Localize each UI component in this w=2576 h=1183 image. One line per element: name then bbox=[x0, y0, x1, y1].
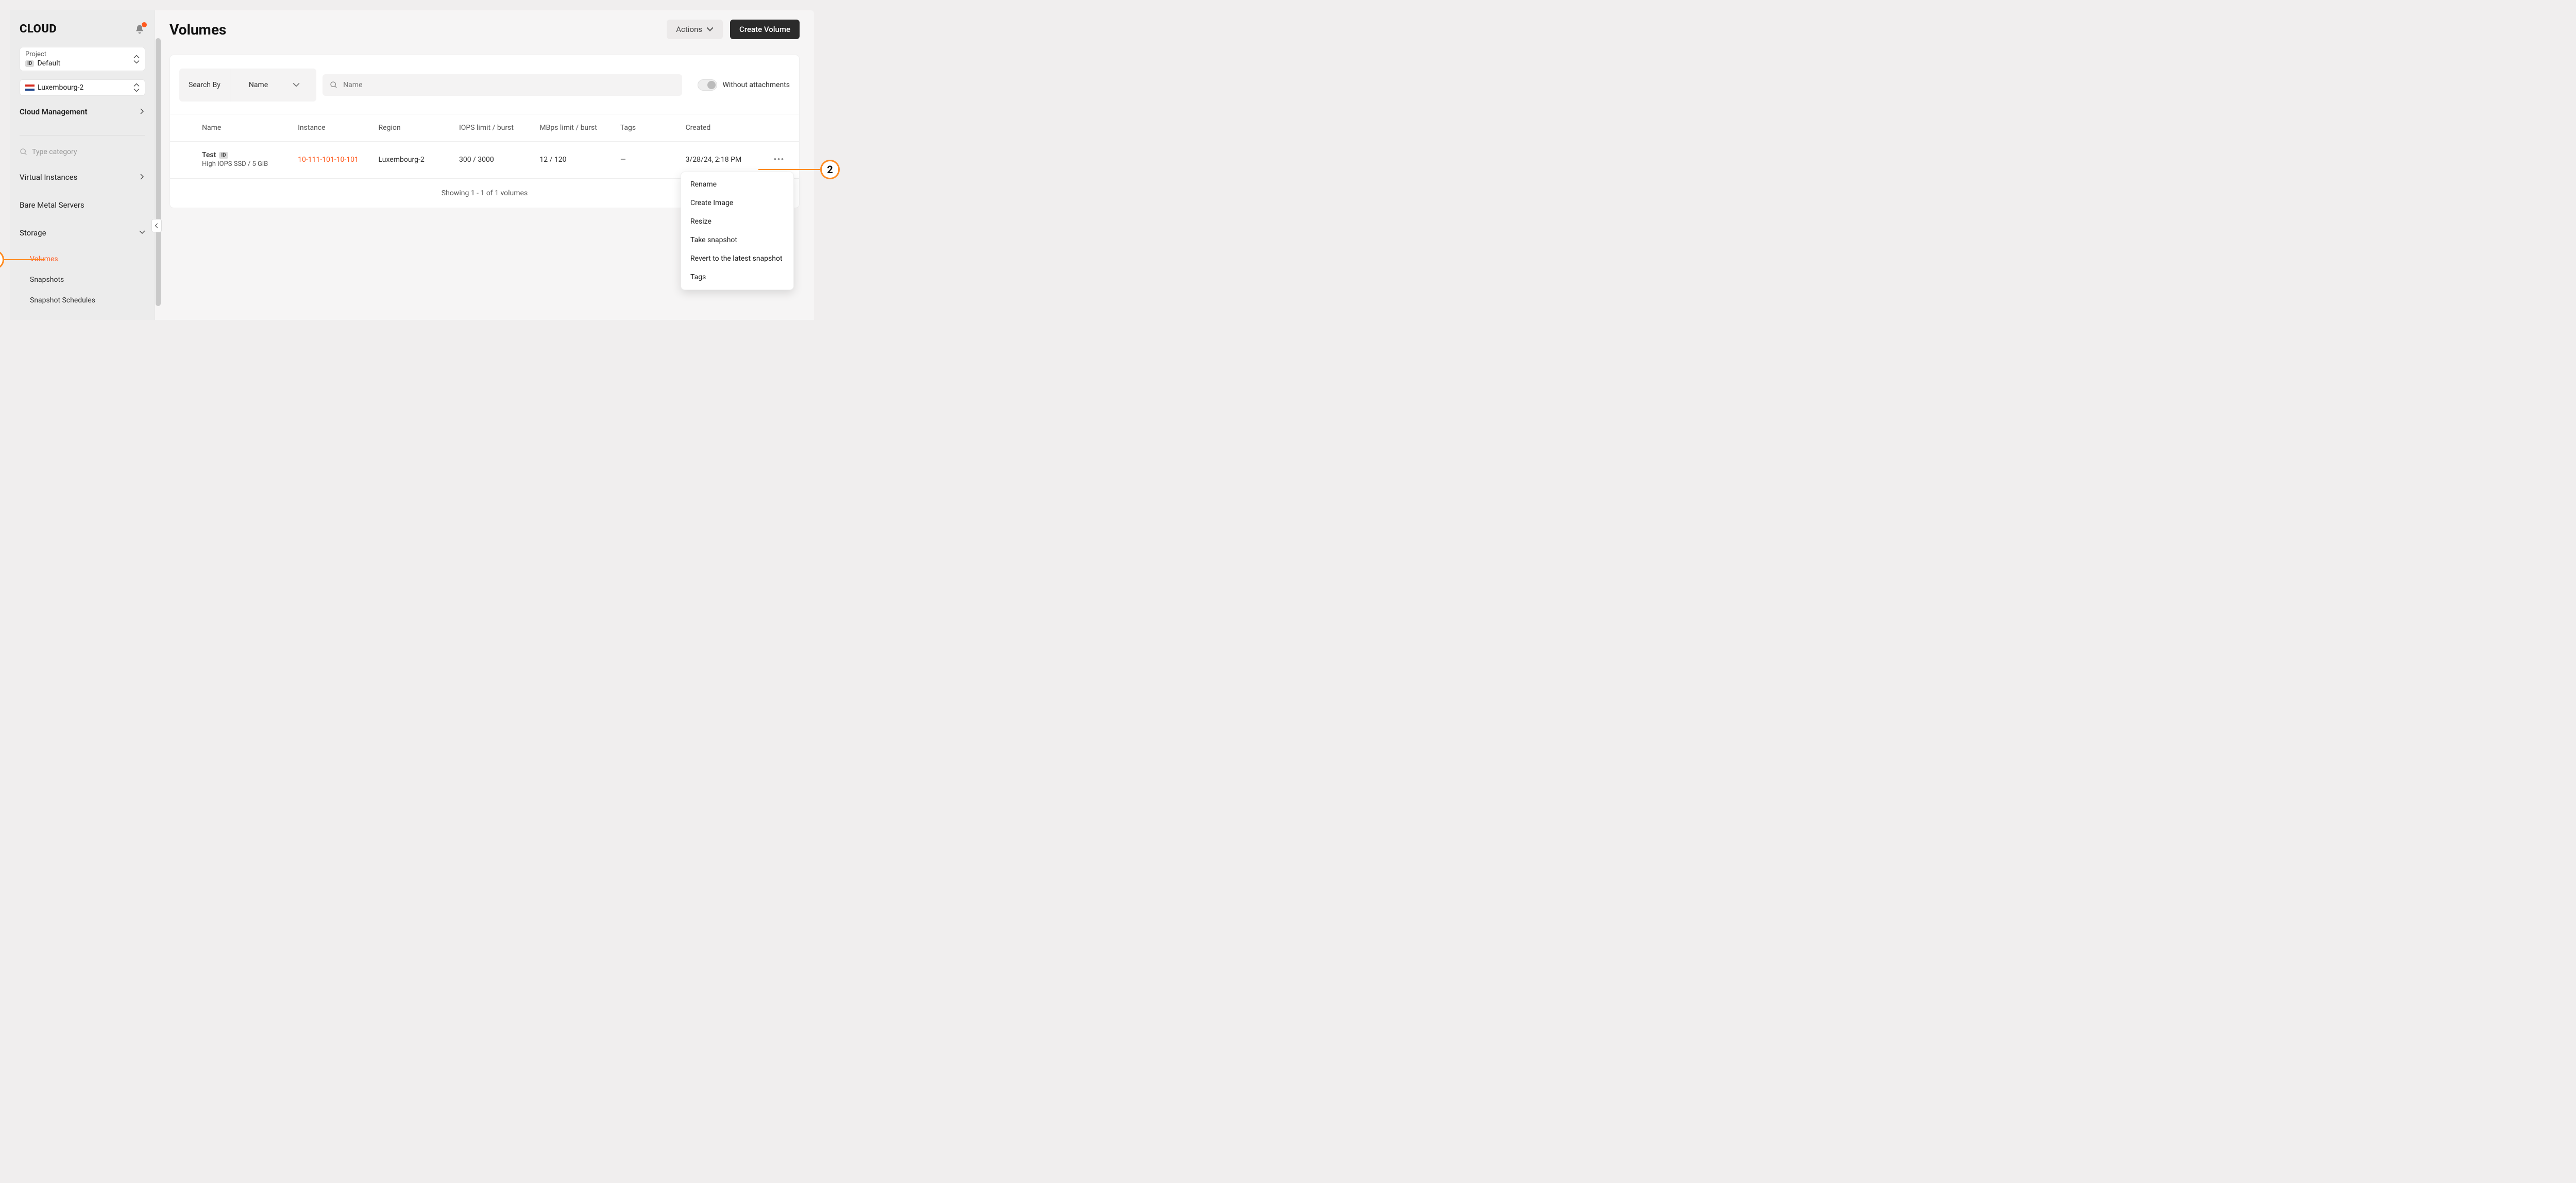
actions-dropdown[interactable]: Actions bbox=[667, 20, 723, 39]
id-badge: ID bbox=[219, 152, 228, 159]
sidebar-item-label: Cloud Management bbox=[20, 107, 87, 116]
col-tags: Tags bbox=[620, 124, 682, 132]
volumes-table: Name Instance Region IOPS limit / burst … bbox=[170, 114, 799, 208]
row-context-menu: Rename Create Image Resize Take snapshot… bbox=[681, 172, 794, 290]
callout-number: 2 bbox=[820, 160, 840, 179]
search-input[interactable] bbox=[343, 81, 675, 89]
cell-tags: — bbox=[620, 156, 682, 164]
toggle-label: Without attachments bbox=[722, 81, 790, 89]
collapse-sidebar-button[interactable] bbox=[151, 219, 162, 232]
sidebar-item-snapshot-schedules[interactable]: Snapshot Schedules bbox=[30, 290, 145, 311]
volumes-panel: Search By Name Without attachments bbox=[170, 55, 800, 208]
project-value: Default bbox=[37, 59, 60, 67]
menu-rename[interactable]: Rename bbox=[681, 175, 793, 194]
scrollbar[interactable] bbox=[156, 38, 161, 306]
category-search[interactable]: Type category bbox=[20, 144, 145, 161]
col-mbps: MBps limit / burst bbox=[539, 124, 616, 132]
sidebar-item-label: Virtual Instances bbox=[20, 173, 77, 182]
brand: CLOUD bbox=[20, 23, 57, 36]
menu-tags[interactable]: Tags bbox=[681, 268, 793, 286]
sidebar: CLOUD Project ID Default Luxem bbox=[10, 10, 155, 320]
chevron-down-icon bbox=[706, 26, 714, 33]
region-selector[interactable]: Luxembourg-2 bbox=[20, 79, 145, 96]
without-attachments-toggle[interactable] bbox=[698, 79, 717, 91]
search-by-label: Search By bbox=[179, 75, 230, 95]
chevron-right-icon bbox=[139, 173, 145, 182]
cell-iops: 300 / 3000 bbox=[459, 156, 535, 164]
category-search-placeholder: Type category bbox=[32, 148, 77, 156]
project-label: Project bbox=[25, 50, 60, 58]
divider bbox=[20, 135, 145, 136]
chevron-updown-icon bbox=[133, 83, 140, 92]
sidebar-item-cloud-management[interactable]: Cloud Management bbox=[20, 100, 145, 124]
chevron-updown-icon bbox=[133, 55, 140, 64]
id-badge: ID bbox=[25, 60, 34, 67]
volume-subtitle: High IOPS SSD / 5 GiB bbox=[202, 160, 294, 169]
search-input-wrapper bbox=[323, 74, 682, 96]
table-row: Test ID High IOPS SSD / 5 GiB 10-111-101… bbox=[170, 142, 799, 179]
search-by-value: Name bbox=[240, 75, 277, 95]
cell-region: Luxembourg-2 bbox=[379, 156, 455, 164]
create-volume-button[interactable]: Create Volume bbox=[730, 20, 800, 39]
col-name: Name bbox=[202, 124, 294, 132]
menu-take-snapshot[interactable]: Take snapshot bbox=[681, 231, 793, 249]
search-icon bbox=[330, 81, 338, 89]
callout-number: 1 bbox=[0, 250, 4, 269]
cell-created: 3/28/24, 2:18 PM bbox=[686, 156, 762, 164]
instance-link[interactable]: 10-111-101-10-101 bbox=[298, 156, 374, 164]
col-created: Created bbox=[686, 124, 762, 132]
volume-name: Test bbox=[202, 151, 216, 159]
sidebar-item-bare-metal[interactable]: Bare Metal Servers bbox=[20, 193, 145, 217]
chevron-down-icon bbox=[139, 228, 145, 238]
chevron-right-icon bbox=[139, 107, 145, 116]
row-actions-button[interactable]: ••• bbox=[766, 155, 792, 165]
sidebar-item-virtual-instances[interactable]: Virtual Instances bbox=[20, 165, 145, 189]
project-selector[interactable]: Project ID Default bbox=[20, 47, 145, 71]
actions-label: Actions bbox=[676, 25, 702, 34]
page-title: Volumes bbox=[170, 21, 226, 38]
sidebar-item-storage[interactable]: Storage bbox=[20, 221, 145, 245]
col-region: Region bbox=[379, 124, 455, 132]
sidebar-item-volumes[interactable]: Volumes bbox=[30, 249, 145, 269]
chevron-down-icon bbox=[293, 81, 300, 89]
menu-revert[interactable]: Revert to the latest snapshot bbox=[681, 249, 793, 268]
region-value: Luxembourg-2 bbox=[38, 83, 83, 92]
notifications-icon[interactable] bbox=[134, 24, 145, 35]
menu-resize[interactable]: Resize bbox=[681, 212, 793, 231]
search-by-dropdown[interactable]: Search By Name bbox=[179, 69, 316, 102]
notification-dot bbox=[142, 22, 147, 27]
sidebar-item-snapshots[interactable]: Snapshots bbox=[30, 269, 145, 290]
flag-icon bbox=[25, 84, 35, 91]
menu-create-image[interactable]: Create Image bbox=[681, 194, 793, 212]
cell-mbps: 12 / 120 bbox=[539, 156, 616, 164]
sidebar-item-label: Bare Metal Servers bbox=[20, 200, 84, 210]
sidebar-item-label: Storage bbox=[20, 228, 46, 238]
main: Volumes Actions Create Volume Search By … bbox=[155, 10, 814, 320]
col-instance: Instance bbox=[298, 124, 374, 132]
col-iops: IOPS limit / burst bbox=[459, 124, 535, 132]
